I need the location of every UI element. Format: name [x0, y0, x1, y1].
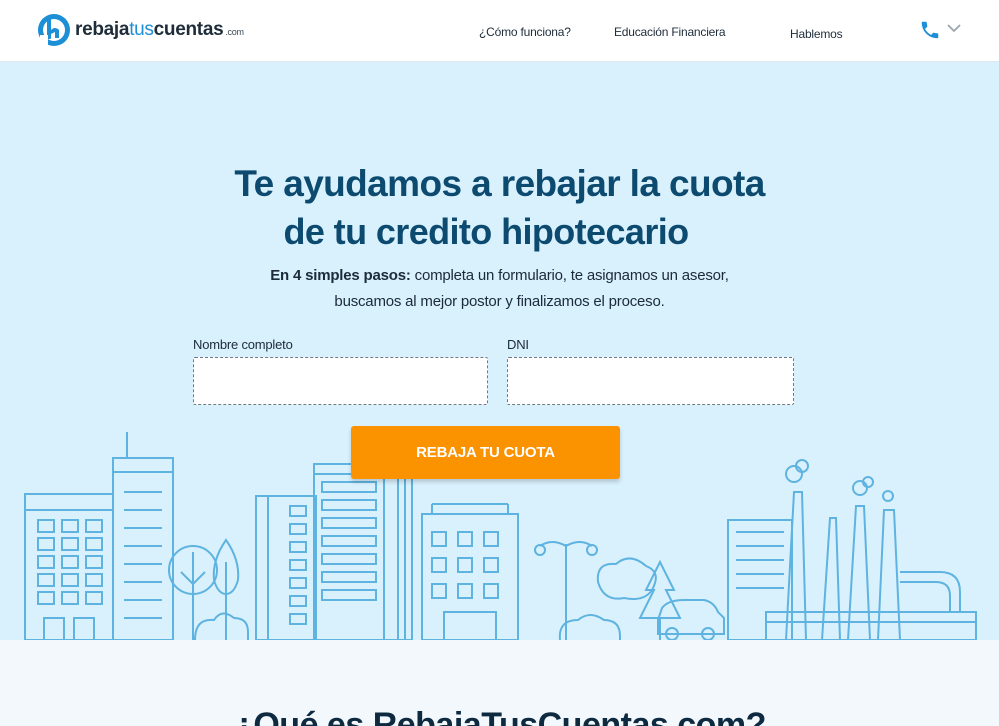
dni-field-label: DNI — [507, 337, 529, 352]
logo-wordmark: rebajatuscuentas .com — [75, 19, 244, 41]
logo-icon — [38, 14, 70, 47]
logo-suffix: .com — [225, 27, 244, 37]
nav-hablemos[interactable]: Hablemos — [790, 27, 843, 41]
building-illustration — [421, 503, 519, 640]
name-input[interactable] — [193, 357, 488, 405]
hero-title-line-1: Te ayudamos a rebajar la cuota — [234, 163, 765, 204]
about-section: ¿Qué es RebajaTusCuentas.com? — [0, 640, 999, 726]
tree-illustration — [168, 538, 249, 640]
street-illustration — [534, 541, 725, 640]
hero-subtitle: En 4 simples pasos: completa un formular… — [0, 263, 999, 315]
logo-word-1: rebaja — [75, 19, 130, 40]
dni-input[interactable] — [507, 357, 794, 405]
tower-illustration — [112, 432, 174, 640]
logo[interactable]: rebajatuscuentas .com — [37, 12, 244, 48]
building-illustration — [24, 493, 114, 640]
nav-como-funciona[interactable]: ¿Cómo funciona? — [479, 25, 571, 39]
logo-word-3: cuentas — [153, 19, 224, 40]
hero-subtitle-rest: completa un formulario, te asignamos un … — [410, 267, 729, 284]
factory-illustration — [727, 459, 977, 640]
section-title: ¿Qué es RebajaTusCuentas.com? — [233, 706, 766, 726]
building-illustration — [255, 463, 413, 640]
hero-title-line-2: de tu credito hipotecario — [283, 211, 689, 252]
nav-educacion-financiera[interactable]: Educación Financiera — [614, 25, 726, 39]
logo-word-2: tus — [129, 19, 154, 40]
phone-icon[interactable] — [919, 19, 941, 41]
hero-subtitle-bold: En 4 simples pasos: — [270, 267, 411, 284]
rebaja-tu-cuota-button[interactable]: REBAJA TU CUOTA — [351, 426, 620, 479]
site-header: rebajatuscuentas .com ¿Cómo funciona? Edu… — [0, 0, 999, 62]
chevron-down-icon[interactable] — [946, 22, 962, 34]
hero-section: Te ayudamos a rebajar la cuota de tu cre… — [0, 62, 999, 640]
hero-subtitle-line-2: buscamos al mejor postor y finalizamos e… — [334, 293, 665, 310]
name-field-label: Nombre completo — [193, 337, 293, 352]
